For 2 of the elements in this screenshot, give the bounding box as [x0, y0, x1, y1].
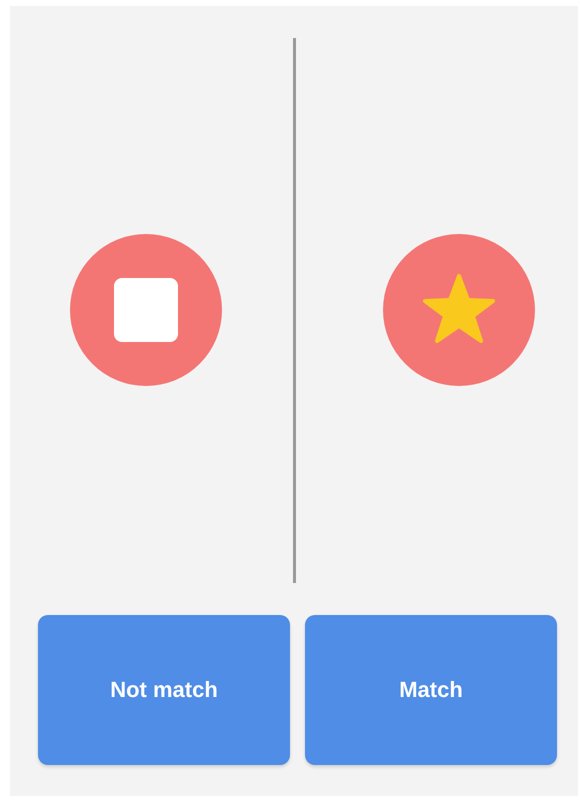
answer-button[interactable]: Not match	[38, 615, 290, 765]
answer-button[interactable]: Match	[305, 615, 557, 765]
